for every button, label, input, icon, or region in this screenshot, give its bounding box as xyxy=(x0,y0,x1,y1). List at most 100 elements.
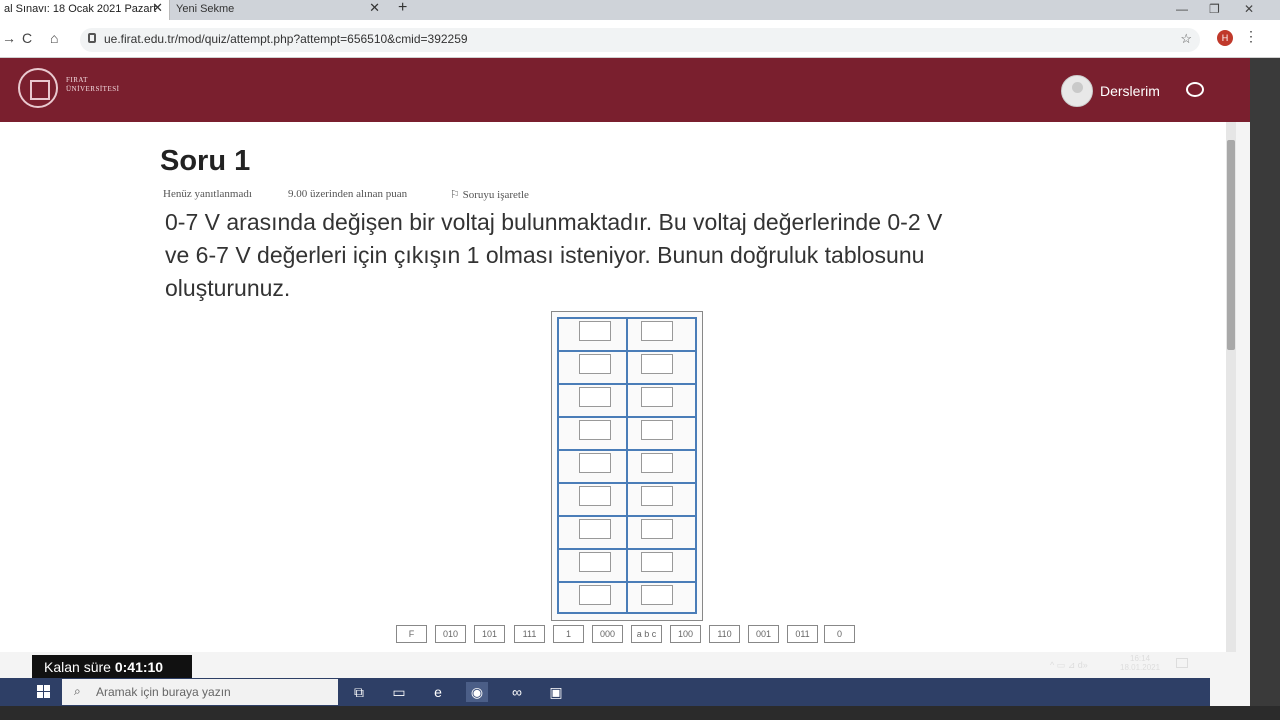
screen: al Sınavı: 18 Ocak 2021 Pazart ✕ Yeni Se… xyxy=(0,0,1280,720)
logo-line1: FIRAT xyxy=(66,76,88,84)
question-points: 9.00 üzerinden alınan puan xyxy=(288,188,408,200)
truth-table-row xyxy=(559,517,695,550)
visual-studio-icon[interactable]: ∞ xyxy=(506,682,528,702)
output-drop-slot[interactable] xyxy=(641,585,673,605)
answer-chip[interactable]: 011 xyxy=(787,625,818,643)
new-tab-button[interactable]: + xyxy=(398,0,407,16)
input-drop-slot[interactable] xyxy=(579,585,611,605)
answer-chip[interactable]: 101 xyxy=(474,625,505,643)
screen-bezel xyxy=(1250,58,1280,720)
close-window-icon[interactable]: ✕ xyxy=(1244,2,1254,16)
output-drop-slot[interactable] xyxy=(641,486,673,506)
truth-table-dropzone xyxy=(551,311,703,621)
question-line: ve 6-7 V değerleri için çıkışın 1 olması… xyxy=(165,242,925,268)
question-line: 0-7 V arasında değişen bir voltaj bulunm… xyxy=(165,209,943,235)
answer-chip[interactable]: 001 xyxy=(748,625,779,643)
clock-time: 16:14 xyxy=(1130,654,1151,663)
tab-new[interactable]: Yeni Sekme ✕ xyxy=(172,0,386,20)
output-drop-slot[interactable] xyxy=(641,420,673,440)
browser-tab-strip: al Sınavı: 18 Ocak 2021 Pazart ✕ Yeni Se… xyxy=(0,0,1280,20)
logo-line2: ÜNİVERSİTESİ xyxy=(66,85,120,93)
taskbar-search-input[interactable]: ⌕ Aramak için buraya yazın xyxy=(62,679,338,705)
answer-chip[interactable]: 0 xyxy=(824,625,855,643)
output-drop-slot[interactable] xyxy=(641,453,673,473)
minimize-icon[interactable]: — xyxy=(1176,2,1188,16)
answer-chip[interactable]: 111 xyxy=(514,625,545,643)
bookmark-star-icon[interactable]: ☆ xyxy=(1180,31,1192,47)
output-drop-slot[interactable] xyxy=(641,519,673,539)
windows-start-icon[interactable] xyxy=(37,685,51,699)
search-icon: ⌕ xyxy=(74,684,81,698)
university-logo-icon[interactable] xyxy=(18,68,58,108)
answer-chip[interactable]: 110 xyxy=(709,625,740,643)
truth-table-row xyxy=(559,550,695,583)
chrome-icon[interactable]: ◉ xyxy=(466,682,488,702)
input-drop-slot[interactable] xyxy=(579,420,611,440)
tab-exam[interactable]: al Sınavı: 18 Ocak 2021 Pazart ✕ xyxy=(0,0,170,20)
url-text[interactable]: ue.firat.edu.tr/mod/quiz/attempt.php?att… xyxy=(104,32,468,46)
question-text: 0-7 V arasında değişen bir voltaj bulunm… xyxy=(165,206,1065,305)
home-icon[interactable]: ⌂ xyxy=(50,30,58,46)
task-view-icon[interactable]: ⧉ xyxy=(348,682,370,702)
flag-label: Soruyu işaretle xyxy=(462,189,529,201)
windows-taskbar: ⌕ Aramak için buraya yazın ⧉ ▭ e ◉ ∞ ▣ ^… xyxy=(0,652,1210,712)
output-drop-slot[interactable] xyxy=(641,552,673,572)
answer-chip[interactable]: 100 xyxy=(670,625,701,643)
browser-menu-icon[interactable]: ⋮ xyxy=(1244,28,1258,45)
app-icon[interactable]: ▣ xyxy=(545,682,567,702)
truth-table-row xyxy=(559,484,695,517)
question-title: Soru 1 xyxy=(160,145,251,177)
output-drop-slot[interactable] xyxy=(641,387,673,407)
truth-table-grid xyxy=(557,317,697,614)
forward-icon[interactable]: → xyxy=(2,30,16,46)
flag-icon: ⚐ xyxy=(450,189,460,201)
taskbar-clock[interactable]: 16:14 18.01.2021 xyxy=(1120,654,1160,672)
reload-icon[interactable]: C xyxy=(22,30,32,46)
messages-icon[interactable] xyxy=(1186,82,1204,97)
input-drop-slot[interactable] xyxy=(579,486,611,506)
scrollbar-thumb[interactable] xyxy=(1227,140,1235,350)
question-status: Henüz yanıtlanmadı xyxy=(163,188,252,200)
input-drop-slot[interactable] xyxy=(579,354,611,374)
answer-chip[interactable]: F xyxy=(396,625,427,643)
courses-link[interactable]: Derslerim xyxy=(1100,83,1160,99)
notification-icon[interactable] xyxy=(1176,658,1188,668)
truth-table-row xyxy=(559,352,695,385)
truth-table-row xyxy=(559,451,695,484)
file-explorer-icon[interactable]: ▭ xyxy=(388,682,410,702)
browser-toolbar: → C ⌂ ue.firat.edu.tr/mod/quiz/attempt.p… xyxy=(0,20,1280,58)
tab-close-icon[interactable]: ✕ xyxy=(152,1,163,15)
tab-close-icon[interactable]: ✕ xyxy=(369,1,380,15)
truth-table-row xyxy=(559,319,695,352)
quiz-page: Soru 1 Henüz yanıtlanmadı 9.00 üzerinden… xyxy=(0,122,1236,652)
input-drop-slot[interactable] xyxy=(579,453,611,473)
tab-new-label: Yeni Sekme xyxy=(176,3,235,15)
answer-chip[interactable]: 1 xyxy=(553,625,584,643)
flag-question-link[interactable]: ⚐ Soruyu işaretle xyxy=(450,188,529,201)
truth-table-row xyxy=(559,583,695,616)
lock-icon xyxy=(88,33,96,43)
profile-avatar[interactable]: H xyxy=(1217,30,1233,46)
university-name: FIRAT ÜNİVERSİTESİ xyxy=(66,76,146,94)
output-drop-slot[interactable] xyxy=(641,354,673,374)
address-bar[interactable]: ue.firat.edu.tr/mod/quiz/attempt.php?att… xyxy=(80,28,1200,52)
user-avatar[interactable] xyxy=(1061,75,1093,107)
truth-table-row xyxy=(559,418,695,451)
input-drop-slot[interactable] xyxy=(579,321,611,341)
answer-chip[interactable]: 010 xyxy=(435,625,466,643)
system-tray[interactable]: ^ ▭ ⊿ d» xyxy=(1050,660,1088,671)
clock-date: 18.01.2021 xyxy=(1120,663,1161,672)
truth-table-row xyxy=(559,385,695,418)
input-drop-slot[interactable] xyxy=(579,552,611,572)
input-drop-slot[interactable] xyxy=(579,387,611,407)
answer-chip[interactable]: a b c xyxy=(631,625,662,643)
answer-chip[interactable]: 000 xyxy=(592,625,623,643)
input-drop-slot[interactable] xyxy=(579,519,611,539)
output-drop-slot[interactable] xyxy=(641,321,673,341)
search-placeholder: Aramak için buraya yazın xyxy=(96,685,231,699)
question-line: oluşturunuz. xyxy=(165,275,291,301)
restore-icon[interactable]: ❐ xyxy=(1209,2,1220,16)
edge-icon[interactable]: e xyxy=(427,682,449,702)
screen-bezel xyxy=(0,706,1280,720)
tab-exam-label: al Sınavı: 18 Ocak 2021 Pazart xyxy=(4,3,157,15)
